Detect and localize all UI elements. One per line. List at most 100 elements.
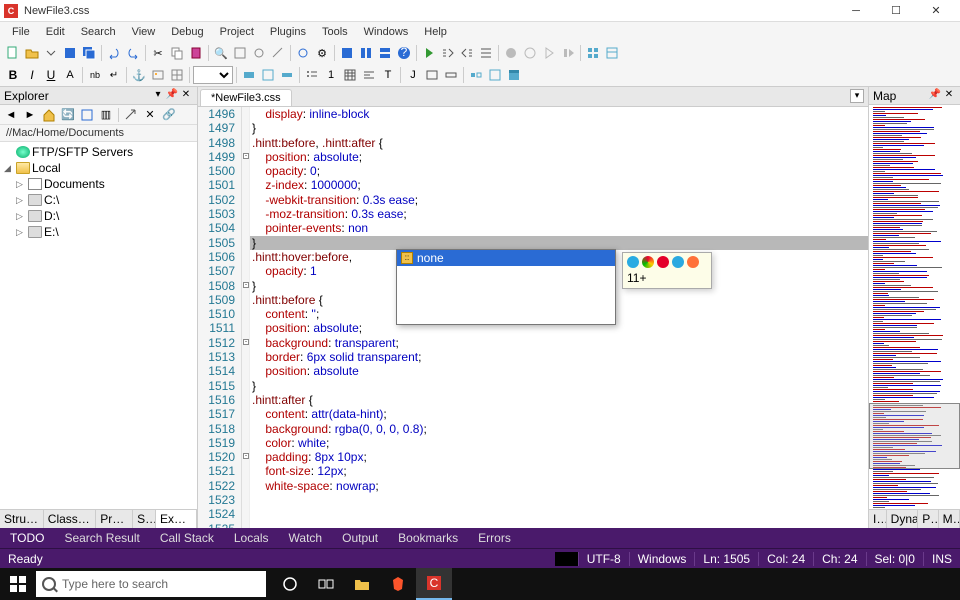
home-button[interactable]: [40, 106, 58, 124]
menu-edit[interactable]: Edit: [38, 24, 73, 40]
menu-help[interactable]: Help: [416, 24, 455, 40]
menu-plugins[interactable]: Plugins: [262, 24, 314, 40]
underline-button[interactable]: U: [42, 66, 60, 84]
window-button[interactable]: [505, 66, 523, 84]
tool-button[interactable]: [269, 44, 287, 62]
find-button[interactable]: 🔍: [212, 44, 230, 62]
cut-button[interactable]: ✂: [149, 44, 167, 62]
font-button[interactable]: A: [61, 66, 79, 84]
fold-toggle[interactable]: -: [243, 339, 249, 345]
side-tab[interactable]: Structu…: [0, 510, 44, 528]
settings-button[interactable]: ⚙: [313, 44, 331, 62]
heading-select[interactable]: [193, 66, 233, 84]
maximize-button[interactable]: ☐: [876, 1, 916, 21]
filter-button[interactable]: ▥: [97, 106, 115, 124]
bottom-tab-watch[interactable]: Watch: [279, 531, 333, 545]
new-file-button[interactable]: [4, 44, 22, 62]
pin-icon[interactable]: 📌: [928, 89, 942, 103]
stop-button[interactable]: [502, 44, 520, 62]
autocomplete-item[interactable]: ::none: [397, 250, 615, 266]
side-tab[interactable]: Class Vie…: [44, 510, 96, 528]
image-button[interactable]: [149, 66, 167, 84]
grid-button[interactable]: [584, 44, 602, 62]
codelobster-button[interactable]: C: [416, 568, 452, 600]
br-button[interactable]: ↵: [105, 66, 123, 84]
div-button[interactable]: [259, 66, 277, 84]
tree-item[interactable]: ▷C:\: [0, 192, 197, 208]
autocomplete-popup[interactable]: ::none: [396, 249, 616, 325]
map-tab[interactable]: M…: [939, 510, 960, 528]
file-explorer-button[interactable]: [344, 568, 380, 600]
bottom-tab-errors[interactable]: Errors: [468, 531, 521, 545]
menu-debug[interactable]: Debug: [163, 24, 211, 40]
bottom-tab-todo[interactable]: TODO: [0, 531, 54, 545]
open-button[interactable]: [23, 44, 41, 62]
input-button[interactable]: [442, 66, 460, 84]
undo-button[interactable]: [105, 44, 123, 62]
link-button[interactable]: 🔗: [160, 106, 178, 124]
fold-toggle[interactable]: -: [243, 282, 249, 288]
task-view-button[interactable]: [308, 568, 344, 600]
map-tab[interactable]: Dyna…: [887, 510, 919, 528]
close-button[interactable]: ✕: [916, 1, 956, 21]
comment-button[interactable]: [240, 66, 258, 84]
menu-windows[interactable]: Windows: [356, 24, 417, 40]
menu-tools[interactable]: Tools: [314, 24, 356, 40]
status-encoding[interactable]: UTF-8: [578, 552, 629, 566]
code-editor[interactable]: display: inline-block}.hintt:before, .hi…: [250, 107, 868, 528]
fold-toggle[interactable]: -: [243, 453, 249, 459]
status-platform[interactable]: Windows: [629, 552, 695, 566]
align-button[interactable]: [360, 66, 378, 84]
frame-button[interactable]: [486, 66, 504, 84]
redo-button[interactable]: [124, 44, 142, 62]
bold-button[interactable]: B: [4, 66, 22, 84]
record-button[interactable]: [521, 44, 539, 62]
table-button[interactable]: [168, 66, 186, 84]
tile-v-button[interactable]: [376, 44, 394, 62]
save-button[interactable]: [61, 44, 79, 62]
map-tab[interactable]: I…: [869, 510, 887, 528]
tile-h-button[interactable]: [357, 44, 375, 62]
side-tab[interactable]: S…: [133, 510, 156, 528]
tool-button[interactable]: [231, 44, 249, 62]
preview-button[interactable]: [338, 44, 356, 62]
lines-button[interactable]: [477, 44, 495, 62]
step-button[interactable]: [559, 44, 577, 62]
refresh-button[interactable]: 🔄: [59, 106, 77, 124]
help-button[interactable]: ?: [395, 44, 413, 62]
taskbar-search[interactable]: Type here to search: [36, 571, 266, 597]
tool-button[interactable]: [250, 44, 268, 62]
anchor-button[interactable]: ⚓: [130, 66, 148, 84]
pin-icon[interactable]: 📌: [165, 89, 179, 103]
tree-item[interactable]: ▷E:\: [0, 224, 197, 240]
script-button[interactable]: J: [404, 66, 422, 84]
breadcrumb[interactable]: //Mac/Home/Documents: [0, 125, 197, 142]
menu-project[interactable]: Project: [212, 24, 262, 40]
menu-view[interactable]: View: [124, 24, 164, 40]
status-ins[interactable]: INS: [923, 552, 960, 566]
tab-list-dropdown[interactable]: ▾: [850, 89, 864, 103]
tree-item[interactable]: ▷Documents: [0, 176, 197, 192]
menu-file[interactable]: File: [4, 24, 38, 40]
tree-item-servers[interactable]: FTP/SFTP Servers: [0, 144, 197, 160]
layout-button[interactable]: [603, 44, 621, 62]
play-button[interactable]: [540, 44, 558, 62]
run-button[interactable]: [420, 44, 438, 62]
bottom-tab-search-result[interactable]: Search Result: [54, 531, 149, 545]
paste-button[interactable]: [187, 44, 205, 62]
run-indent-button[interactable]: [439, 44, 457, 62]
sync-button[interactable]: [122, 106, 140, 124]
map-tab[interactable]: P…: [918, 510, 938, 528]
fold-toggle[interactable]: -: [243, 153, 249, 159]
ol-button[interactable]: 1: [322, 66, 340, 84]
side-tab[interactable]: Explor…: [156, 510, 197, 528]
italic-button[interactable]: I: [23, 66, 41, 84]
bottom-tab-locals[interactable]: Locals: [224, 531, 279, 545]
minimap-viewport[interactable]: [869, 403, 960, 469]
side-tab[interactable]: Proje…: [96, 510, 133, 528]
check-button[interactable]: [467, 66, 485, 84]
save-all-button[interactable]: [80, 44, 98, 62]
minimap[interactable]: [869, 105, 960, 509]
forward-button[interactable]: ►: [21, 106, 39, 124]
dropdown-icon[interactable]: ▾: [151, 89, 165, 103]
